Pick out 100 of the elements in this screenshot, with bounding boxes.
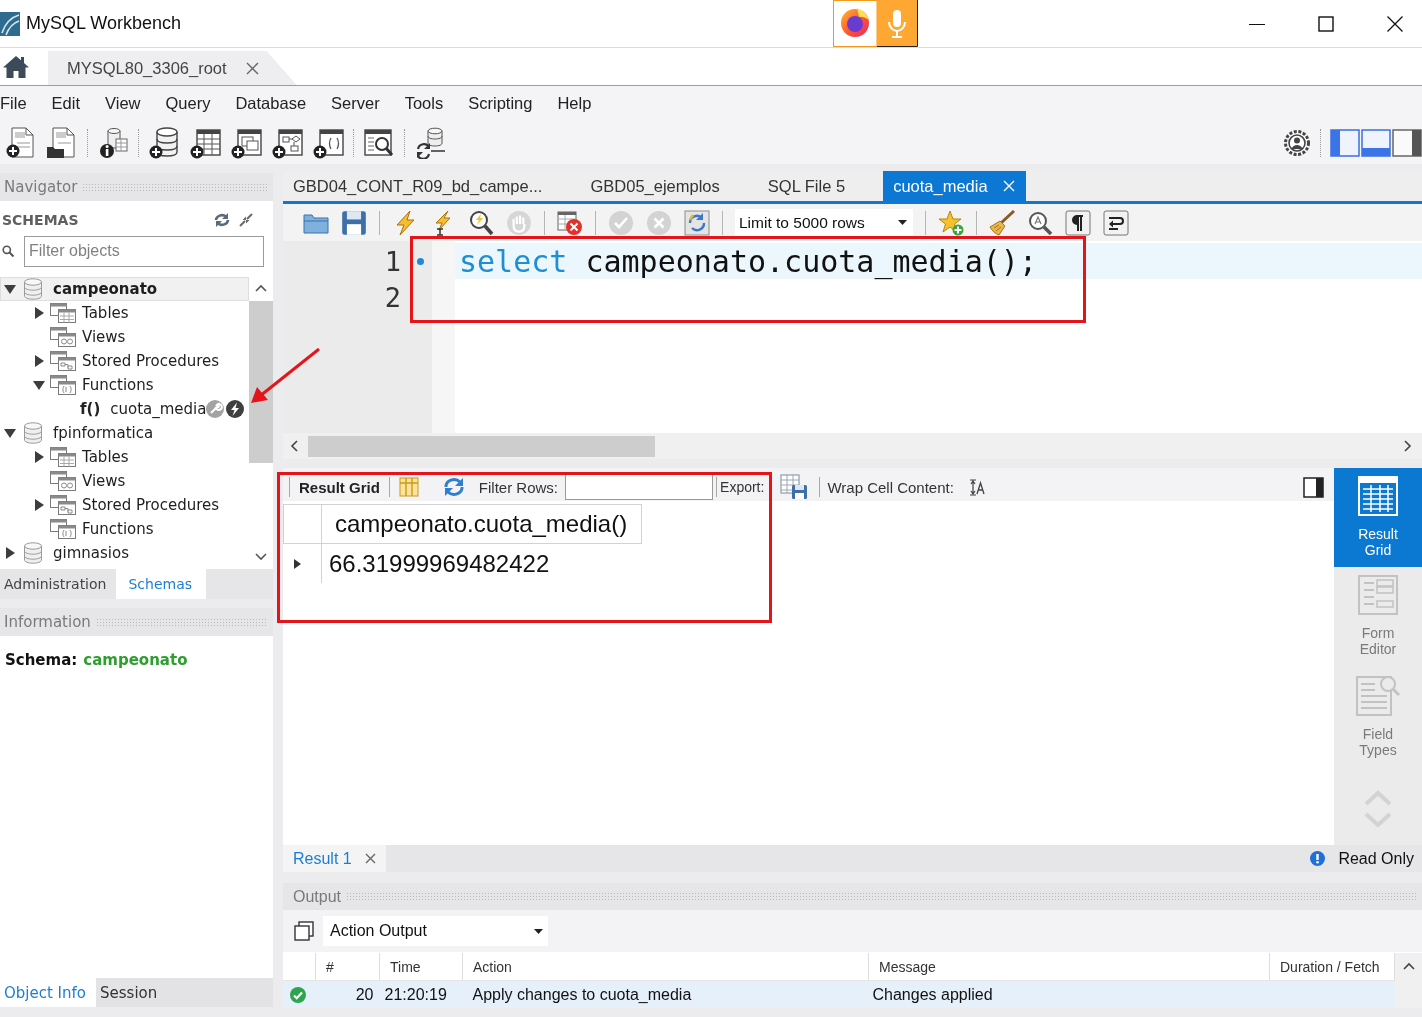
caret-icon[interactable] — [4, 283, 16, 295]
home-icon[interactable] — [3, 55, 29, 78]
wrap-text-icon[interactable] — [968, 478, 986, 496]
caret-icon[interactable] — [33, 355, 45, 367]
maximize-icon[interactable] — [1318, 15, 1334, 32]
menu-item[interactable]: Scripting — [468, 94, 533, 113]
copy-icon[interactable] — [294, 921, 314, 941]
collapse-icon[interactable] — [239, 212, 253, 227]
editor-tab[interactable]: GBD05_ejemplos — [580, 171, 758, 201]
check-circle-icon[interactable] — [608, 209, 634, 236]
result-view-tab[interactable]: Form Editor — [1334, 567, 1422, 666]
sidebar-toggle-icon[interactable] — [1330, 128, 1360, 157]
column-header[interactable]: Action — [462, 953, 869, 981]
filter-field[interactable]: Filter objects — [24, 235, 264, 267]
sync-arrows-icon[interactable] — [213, 212, 231, 227]
search-icon[interactable] — [1027, 209, 1053, 236]
caret-icon[interactable] — [33, 451, 45, 463]
menu-item[interactable]: View — [105, 94, 141, 113]
magnifier-lightning-icon[interactable] — [468, 209, 494, 236]
pilcrow-icon[interactable] — [1065, 209, 1091, 236]
editor-tab[interactable]: GBD04_CONT_R09_bd_campe... — [283, 171, 581, 201]
panel-toggle-icon[interactable] — [1303, 476, 1324, 498]
line-number: 1 — [383, 245, 402, 277]
table-search-icon[interactable] — [363, 126, 395, 159]
menu-item[interactable]: Database — [235, 94, 307, 113]
chevron-up-icon[interactable] — [1402, 962, 1415, 970]
tree-item[interactable]: campeonato — [0, 277, 249, 301]
save-icon[interactable] — [341, 209, 367, 236]
result-tab[interactable]: Result 1 — [283, 845, 386, 872]
line-number: 2 — [383, 281, 402, 313]
column-header[interactable]: Duration / Fetch — [1269, 953, 1395, 981]
editor-tab[interactable]: SQL File 5 — [757, 171, 884, 201]
tree-item[interactable]: Views — [29, 469, 128, 493]
caret-icon[interactable] — [4, 427, 16, 439]
output-type-dropdown[interactable]: Action Output — [323, 916, 548, 946]
menu-item[interactable]: Help — [557, 94, 592, 113]
vertical-scrollbar[interactable] — [1395, 953, 1422, 1008]
result-view-tab[interactable]: Field Types — [1334, 666, 1422, 765]
caret-icon[interactable] — [33, 307, 45, 319]
caret-icon[interactable] — [4, 547, 16, 559]
chevron-up-icon[interactable] — [255, 284, 267, 292]
tree-item[interactable]: Functions — [29, 373, 156, 397]
table-cell: Apply changes to cuota_media — [472, 985, 692, 1003]
table-plus-icon[interactable] — [189, 126, 221, 159]
close-icon[interactable] — [1387, 15, 1403, 32]
frame-plus-icon[interactable] — [312, 126, 344, 159]
horizontal-scrollbar[interactable] — [283, 433, 1422, 459]
tree-item[interactable]: Tables — [29, 445, 131, 469]
windows-plus-icon[interactable] — [230, 126, 262, 159]
tree-item[interactable]: Stored Procedures — [29, 349, 222, 373]
star-plus-icon[interactable] — [938, 209, 964, 236]
table-save-icon[interactable] — [780, 474, 809, 500]
microphone-icon[interactable] — [877, 0, 918, 47]
connection-tab[interactable]: MYSQL80_3306_root — [48, 51, 297, 85]
database-sync-icon[interactable] — [414, 126, 446, 159]
info-tab[interactable]: Session — [96, 978, 168, 1007]
editor-tab[interactable]: cuota_media — [883, 171, 1026, 201]
lightning-icon[interactable] — [226, 400, 245, 418]
menu-item[interactable]: File — [0, 94, 27, 113]
caret-icon[interactable] — [33, 499, 45, 511]
chevron-left-icon[interactable] — [290, 440, 298, 452]
tree-item[interactable]: Functions — [29, 517, 156, 541]
column-header[interactable]: campeonato.cuota_media() — [321, 504, 642, 544]
menu-item[interactable]: Edit — [51, 94, 81, 113]
limit-dropdown[interactable]: Limit to 5000 rows — [735, 208, 913, 237]
tree-item[interactable]: gimnasios — [0, 541, 131, 565]
database-info-icon[interactable] — [97, 126, 129, 159]
navigator-tab[interactable]: Administration — [0, 569, 117, 599]
table-row[interactable]: 20 21:20:19 Apply changes to cuota_media Changes applied — [283, 980, 1395, 1008]
tree-item[interactable]: fpinformatica — [0, 421, 156, 445]
chevron-down-icon[interactable] — [255, 553, 267, 561]
refresh-icon[interactable] — [441, 477, 466, 497]
menu-item[interactable]: Tools — [404, 94, 444, 113]
result-view-tab[interactable]: Result Grid — [1334, 468, 1422, 567]
output-panel-toggle-icon[interactable] — [1361, 128, 1391, 157]
document-folder-icon[interactable] — [46, 126, 78, 159]
chevron-right-icon[interactable] — [1404, 440, 1412, 452]
info-tab[interactable]: Object Info — [0, 978, 96, 1007]
column-header[interactable]: Message — [868, 953, 1270, 981]
sync-toggle-icon[interactable] — [684, 209, 710, 236]
tree-item[interactable]: Stored Procedures — [29, 493, 222, 517]
navigator-tab[interactable]: Schemas — [116, 569, 207, 599]
tree-item[interactable]: Tables — [29, 301, 131, 325]
side-panel-toggle-icon[interactable] — [1392, 128, 1422, 157]
column-header[interactable]: Time — [379, 953, 463, 981]
database-plus-icon[interactable] — [148, 126, 180, 159]
table-cancel-icon[interactable] — [557, 209, 583, 236]
column-header[interactable]: # — [315, 953, 380, 981]
browser-icon[interactable] — [833, 0, 877, 47]
broom-icon[interactable] — [989, 209, 1015, 236]
document-plus-icon[interactable] — [5, 126, 37, 159]
tree-item[interactable]: Views — [29, 325, 128, 349]
filter-rows-field[interactable] — [565, 474, 714, 500]
window-title: MySQL Workbench — [26, 13, 182, 34]
tree-item[interactable]: f() cuota_media — [58, 397, 247, 421]
diagram-plus-icon[interactable] — [271, 126, 303, 159]
user-gear-icon[interactable] — [1283, 128, 1311, 157]
menu-item[interactable]: Server — [331, 94, 380, 113]
menu-item[interactable]: Query — [165, 94, 211, 113]
caret-icon[interactable] — [33, 379, 45, 391]
